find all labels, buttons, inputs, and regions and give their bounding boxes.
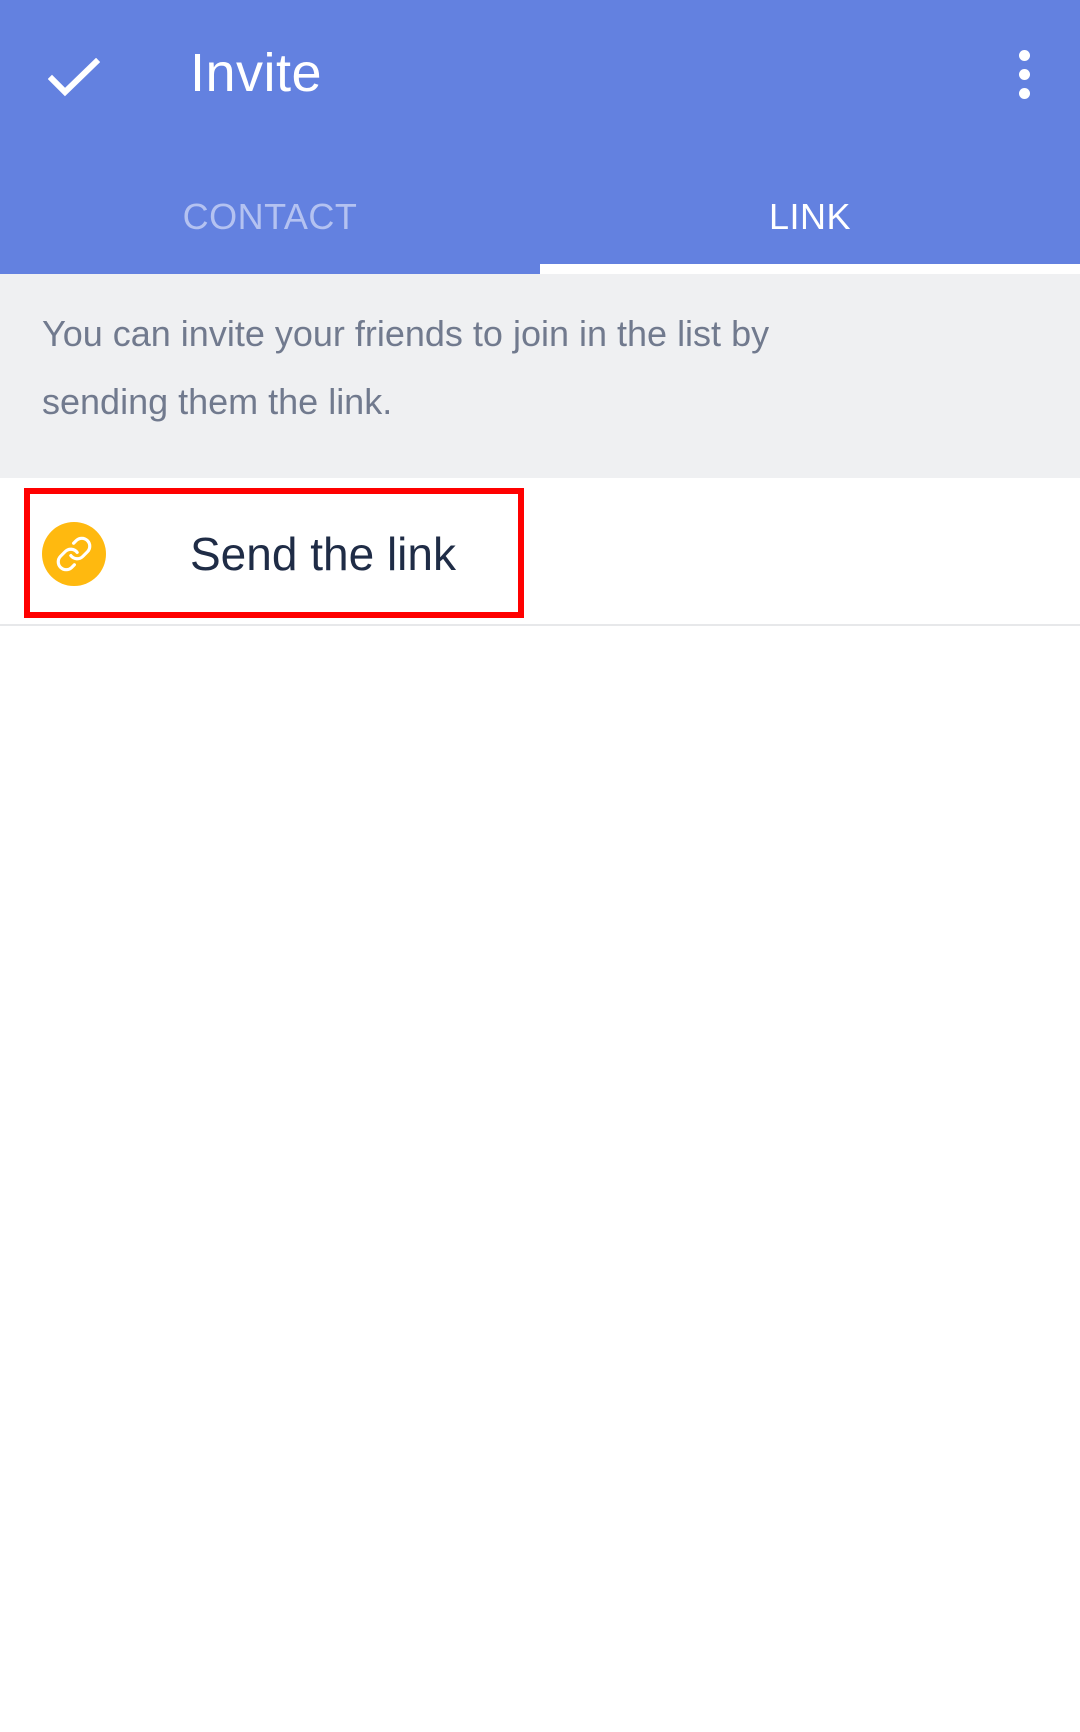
check-icon[interactable] <box>44 48 104 108</box>
tab-bar: CONTACT LINK <box>0 160 1080 274</box>
tab-indicator <box>540 264 1080 274</box>
page-title: Invite <box>190 43 323 103</box>
highlight-box <box>24 488 524 618</box>
app-bar: Invite CONTACT LINK <box>0 0 1080 274</box>
tab-contact[interactable]: CONTACT <box>0 160 540 274</box>
description-text: You can invite your friends to join in t… <box>42 313 770 422</box>
more-vert-icon[interactable] <box>1000 44 1048 104</box>
tab-link[interactable]: LINK <box>540 160 1080 274</box>
